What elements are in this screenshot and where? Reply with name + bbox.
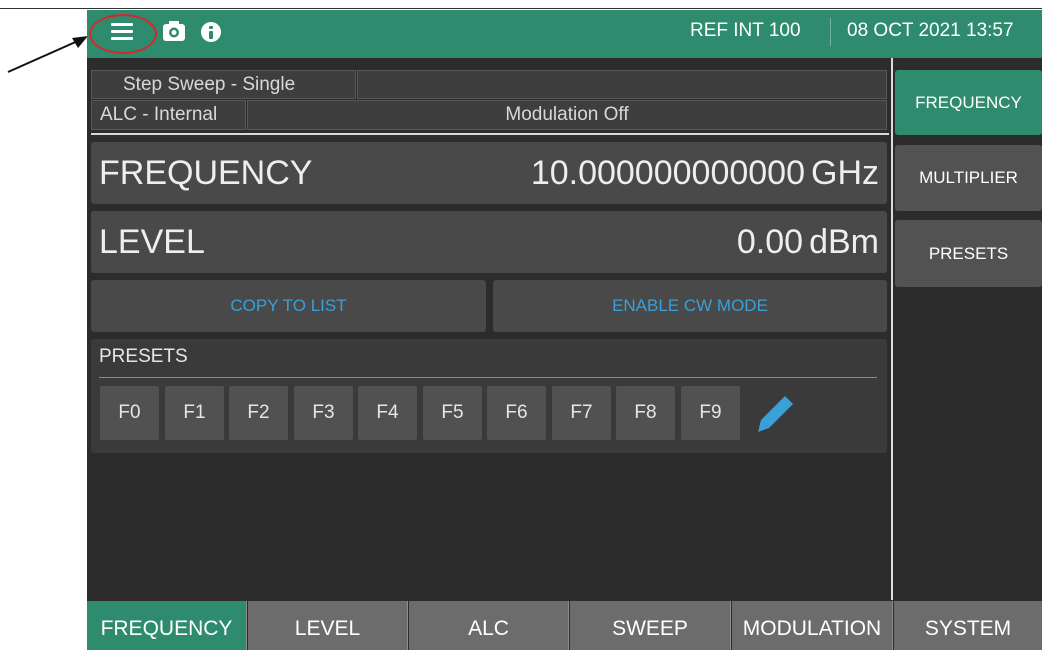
sidebar-item-frequency[interactable]: FREQUENCY <box>895 70 1042 135</box>
level-field[interactable]: LEVEL 0.00 dBm <box>91 211 887 273</box>
callout-arrow <box>7 36 88 73</box>
tab-modulation[interactable]: MODULATION <box>732 601 893 650</box>
edit-pencil-icon[interactable] <box>755 392 797 436</box>
preset-key-f0[interactable]: F0 <box>100 386 159 440</box>
tab-level[interactable]: LEVEL <box>248 601 408 650</box>
sidebar-item-presets[interactable]: PRESETS <box>895 220 1042 287</box>
info-icon[interactable] <box>201 22 221 42</box>
sidebar-divider <box>891 58 893 600</box>
status-separator <box>91 133 889 135</box>
frequency-unit: GHz <box>811 154 879 192</box>
frequency-value: 10.000000000000 GHz <box>531 154 879 193</box>
top-border-line <box>0 8 1042 9</box>
preset-key-f1[interactable]: F1 <box>165 386 224 440</box>
preset-key-f3[interactable]: F3 <box>294 386 353 440</box>
preset-key-f5[interactable]: F5 <box>423 386 482 440</box>
date-time: 08 OCT 2021 13:57 <box>847 20 1014 41</box>
tab-frequency[interactable]: FREQUENCY <box>87 601 247 650</box>
frequency-field[interactable]: FREQUENCY 10.000000000000 GHz <box>91 142 887 204</box>
callout-highlight-ring <box>89 14 157 54</box>
tab-system[interactable]: SYSTEM <box>894 601 1042 650</box>
level-value: 0.00 dBm <box>737 223 879 262</box>
copy-to-list-button[interactable]: COPY TO LIST <box>91 280 486 332</box>
preset-key-f4[interactable]: F4 <box>358 386 417 440</box>
sweep-status-empty <box>357 70 887 99</box>
sidebar-item-multiplier[interactable]: MULTIPLIER <box>895 145 1042 211</box>
level-unit: dBm <box>809 223 879 261</box>
header-divider <box>830 18 831 46</box>
reference-status: REF INT 100 <box>690 20 801 41</box>
preset-key-f2[interactable]: F2 <box>229 386 288 440</box>
frequency-label: FREQUENCY <box>99 154 313 192</box>
presets-title: PRESETS <box>99 346 188 367</box>
level-number: 0.00 <box>736 223 804 261</box>
alc-mode-status: ALC - Internal <box>91 100 246 130</box>
presets-divider <box>99 377 877 378</box>
preset-key-f9[interactable]: F9 <box>681 386 740 440</box>
modulation-status: Modulation Off <box>247 100 887 130</box>
sweep-mode-status: Step Sweep - Single <box>91 70 356 99</box>
tab-alc[interactable]: ALC <box>409 601 569 650</box>
enable-cw-mode-button[interactable]: ENABLE CW MODE <box>493 280 887 332</box>
level-label: LEVEL <box>99 223 205 261</box>
tab-sweep[interactable]: SWEEP <box>570 601 731 650</box>
preset-key-f7[interactable]: F7 <box>552 386 611 440</box>
preset-key-f6[interactable]: F6 <box>487 386 546 440</box>
preset-key-f8[interactable]: F8 <box>616 386 675 440</box>
camera-icon[interactable] <box>162 20 186 42</box>
frequency-number: 10.000000000000 <box>530 154 805 192</box>
